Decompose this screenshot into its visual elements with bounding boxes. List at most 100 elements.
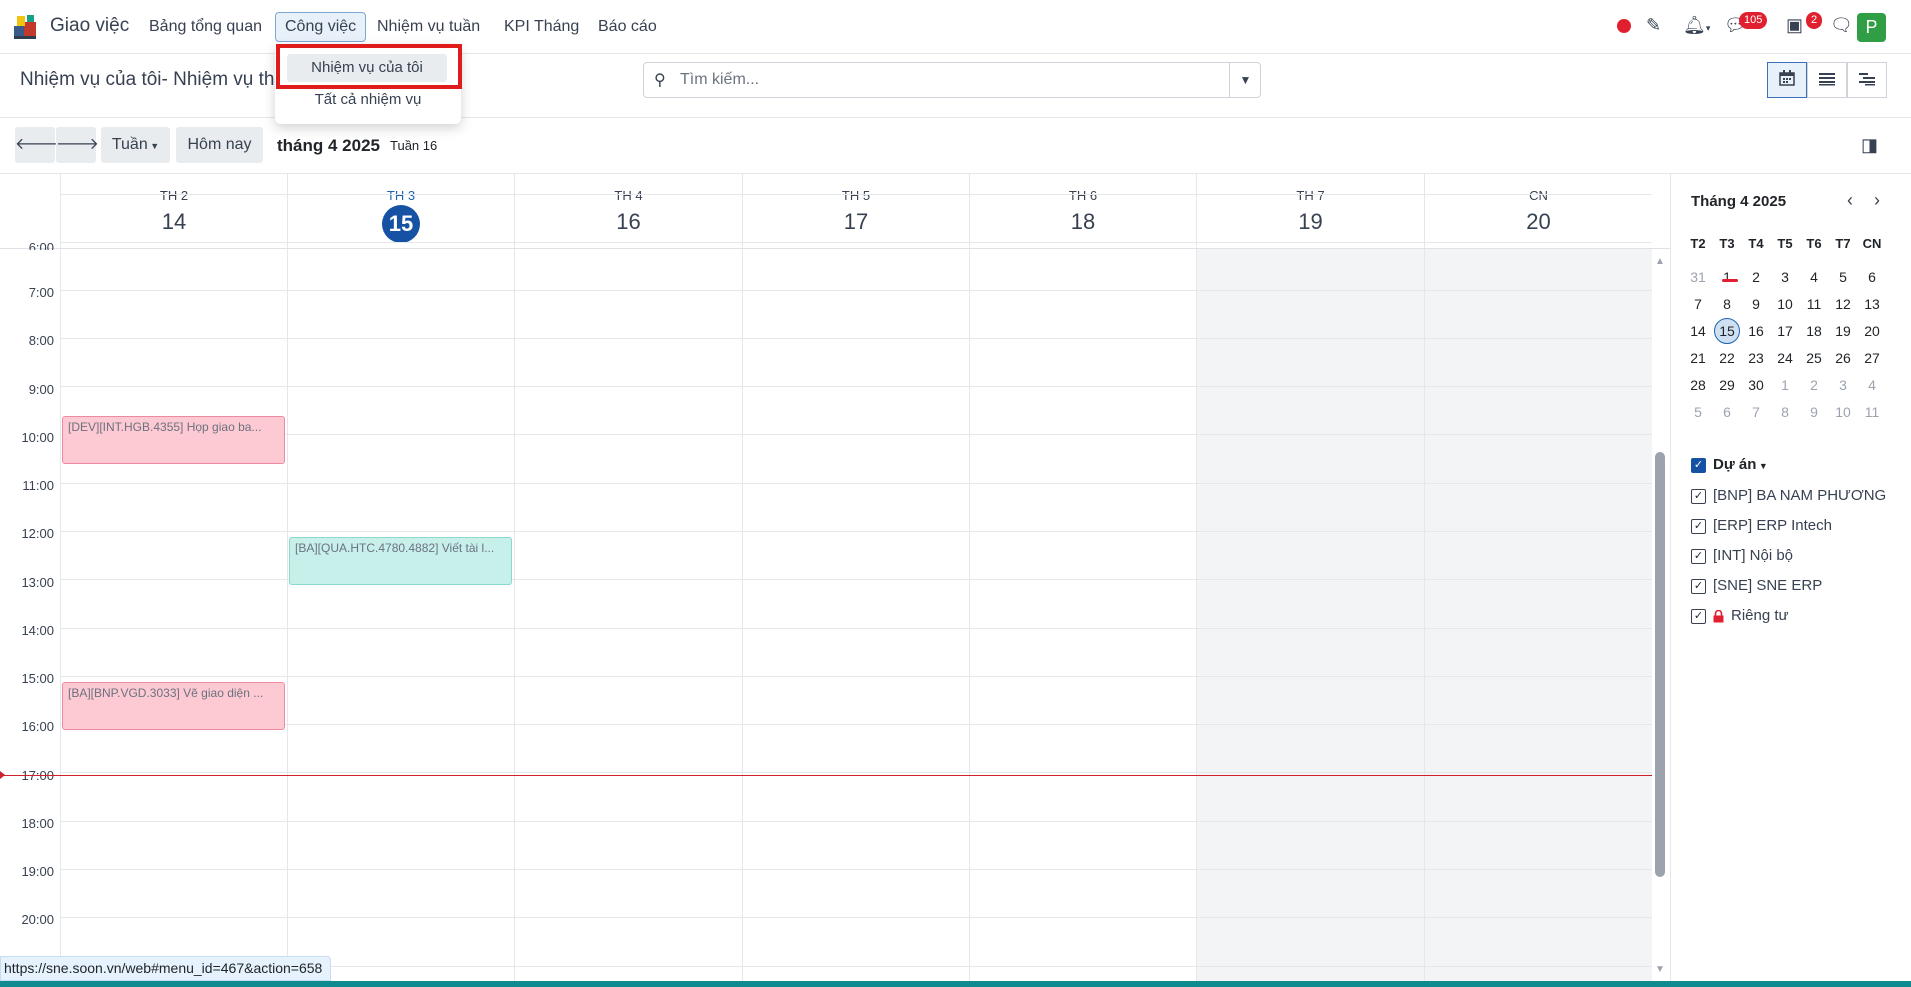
- mini-calendar-day[interactable]: 19: [1830, 323, 1856, 339]
- filter-checkbox[interactable]: ✓: [1691, 609, 1706, 624]
- mini-calendar-day[interactable]: 5: [1830, 269, 1856, 285]
- menu-weekly-tasks[interactable]: Nhiệm vụ tuần: [377, 18, 480, 36]
- day-column[interactable]: [60, 249, 287, 983]
- mini-calendar-day[interactable]: 6: [1859, 269, 1885, 285]
- prev-button[interactable]: 🡐: [15, 127, 58, 163]
- menu-reports[interactable]: Báo cáo: [598, 18, 657, 36]
- mini-calendar-day[interactable]: 28: [1685, 377, 1711, 393]
- day-column[interactable]: [514, 249, 742, 983]
- search-options-toggle[interactable]: ▼: [1229, 63, 1261, 97]
- calendar-event[interactable]: [BA][QUA.HTC.4780.4882] Viết tài l...: [289, 537, 512, 585]
- mini-calendar-day[interactable]: 1: [1714, 269, 1740, 285]
- mini-prev-month-icon[interactable]: ‹: [1847, 190, 1853, 211]
- record-indicator-icon[interactable]: [1617, 19, 1631, 33]
- mini-calendar-day[interactable]: 2: [1801, 377, 1827, 393]
- mini-calendar-day[interactable]: 3: [1830, 377, 1856, 393]
- mini-calendar-day[interactable]: 12: [1830, 296, 1856, 312]
- mini-calendar-day[interactable]: 21: [1685, 350, 1711, 366]
- mini-calendar-day[interactable]: 24: [1772, 350, 1798, 366]
- day-column-weekend[interactable]: [1196, 249, 1424, 983]
- mini-calendar-day[interactable]: 16: [1743, 323, 1769, 339]
- day-header[interactable]: TH 2 14: [60, 174, 287, 248]
- mini-calendar-day[interactable]: 31: [1685, 269, 1711, 285]
- mini-calendar-day[interactable]: 20: [1859, 323, 1885, 339]
- app-title[interactable]: Giao việc: [50, 15, 129, 37]
- mini-calendar-day[interactable]: 7: [1685, 296, 1711, 312]
- filter-checkbox[interactable]: ✓: [1691, 519, 1706, 534]
- mini-calendar-day[interactable]: 17: [1772, 323, 1798, 339]
- side-panel-toggle-icon[interactable]: ◨: [1861, 135, 1878, 156]
- mini-calendar-day[interactable]: 5: [1685, 404, 1711, 420]
- today-button[interactable]: Hôm nay: [176, 127, 263, 163]
- mini-calendar-day[interactable]: 18: [1801, 323, 1827, 339]
- scrollbar-thumb[interactable]: [1655, 452, 1665, 877]
- calendar-view-button[interactable]: [1767, 62, 1807, 98]
- mini-calendar-day[interactable]: 25: [1801, 350, 1827, 366]
- mini-calendar-day[interactable]: 14: [1685, 323, 1711, 339]
- filter-checkbox[interactable]: ✓: [1691, 549, 1706, 564]
- mini-calendar-day[interactable]: 15: [1714, 318, 1740, 344]
- mini-next-month-icon[interactable]: ›: [1874, 190, 1880, 211]
- mini-calendar-day[interactable]: 7: [1743, 404, 1769, 420]
- filter-checkbox[interactable]: ✓: [1691, 489, 1706, 504]
- mini-calendar-day[interactable]: 13: [1859, 296, 1885, 312]
- menu-tasks[interactable]: Công việc: [275, 12, 367, 42]
- day-column[interactable]: [742, 249, 969, 983]
- mini-calendar-day[interactable]: 8: [1714, 296, 1740, 312]
- mini-calendar-day[interactable]: 4: [1801, 269, 1827, 285]
- day-column[interactable]: [969, 249, 1196, 983]
- day-header[interactable]: CN 20: [1424, 174, 1652, 248]
- day-column-weekend[interactable]: [1424, 249, 1652, 983]
- menu-kpi-month[interactable]: KPI Tháng: [504, 18, 579, 36]
- mini-calendar-day[interactable]: 11: [1801, 296, 1827, 312]
- day-column[interactable]: [287, 249, 514, 983]
- next-button[interactable]: 🡒: [56, 127, 99, 163]
- day-header[interactable]: TH 7 19: [1196, 174, 1424, 248]
- calendar-event[interactable]: [DEV][INT.HGB.4355] Họp giao ba...: [62, 416, 285, 464]
- day-header-today[interactable]: TH 3 15: [287, 174, 514, 248]
- hour-label: 13:00: [21, 575, 54, 590]
- bell-icon[interactable]: 🔔︎▾: [1683, 15, 1710, 36]
- mini-calendar-day[interactable]: 9: [1801, 404, 1827, 420]
- mini-calendar-day[interactable]: 27: [1859, 350, 1885, 366]
- scroll-up-icon[interactable]: ▲: [1655, 256, 1665, 267]
- day-header[interactable]: TH 5 17: [742, 174, 969, 248]
- day-header[interactable]: TH 6 18: [969, 174, 1196, 248]
- day-header[interactable]: TH 4 16: [514, 174, 742, 248]
- scale-dropdown[interactable]: Tuần ▼: [101, 127, 170, 163]
- mini-calendar-day[interactable]: 30: [1743, 377, 1769, 393]
- mini-calendar-day[interactable]: 23: [1743, 350, 1769, 366]
- user-avatar[interactable]: P: [1857, 13, 1886, 42]
- calendar-event[interactable]: [BA][BNP.VGD.3033] Vẽ giao diện ...: [62, 682, 285, 730]
- chat-icon[interactable]: 🗨︎: [1830, 15, 1853, 36]
- list-icon: [1819, 73, 1835, 86]
- mini-calendar-day[interactable]: 4: [1859, 377, 1885, 393]
- mini-calendar-day[interactable]: 3: [1772, 269, 1798, 285]
- gantt-view-button[interactable]: [1847, 62, 1887, 98]
- mini-calendar-day[interactable]: 1: [1772, 377, 1798, 393]
- filter-checkbox[interactable]: ✓: [1691, 579, 1706, 594]
- edit-note-icon[interactable]: ✎: [1646, 15, 1661, 36]
- mini-calendar-day[interactable]: 9: [1743, 296, 1769, 312]
- mini-calendar-day[interactable]: 11: [1859, 404, 1885, 420]
- app-logo-icon[interactable]: [12, 12, 40, 40]
- filter-heading[interactable]: Dự án ▼: [1713, 456, 1768, 473]
- activity-icon[interactable]: ▣: [1786, 15, 1803, 36]
- menu-dashboard[interactable]: Bảng tổng quan: [149, 18, 262, 36]
- mini-calendar-day[interactable]: 10: [1830, 404, 1856, 420]
- filter-all-checkbox[interactable]: ✓: [1691, 458, 1706, 473]
- scale-label: Tuần: [111, 136, 148, 153]
- mini-weekday: T2: [1690, 236, 1706, 251]
- list-view-button[interactable]: [1807, 62, 1847, 98]
- scroll-down-icon[interactable]: ▼: [1655, 964, 1665, 975]
- mini-calendar-day[interactable]: 26: [1830, 350, 1856, 366]
- mini-calendar-day[interactable]: 2: [1743, 269, 1769, 285]
- dropdown-item-all-tasks[interactable]: Tất cả nhiệm vụ: [275, 91, 461, 108]
- hour-line: [60, 483, 1652, 484]
- mini-calendar-day[interactable]: 10: [1772, 296, 1798, 312]
- mini-calendar-day[interactable]: 29: [1714, 377, 1740, 393]
- mini-calendar-day[interactable]: 22: [1714, 350, 1740, 366]
- mini-calendar-day[interactable]: 6: [1714, 404, 1740, 420]
- mini-calendar-day[interactable]: 8: [1772, 404, 1798, 420]
- search-input[interactable]: [680, 69, 1220, 91]
